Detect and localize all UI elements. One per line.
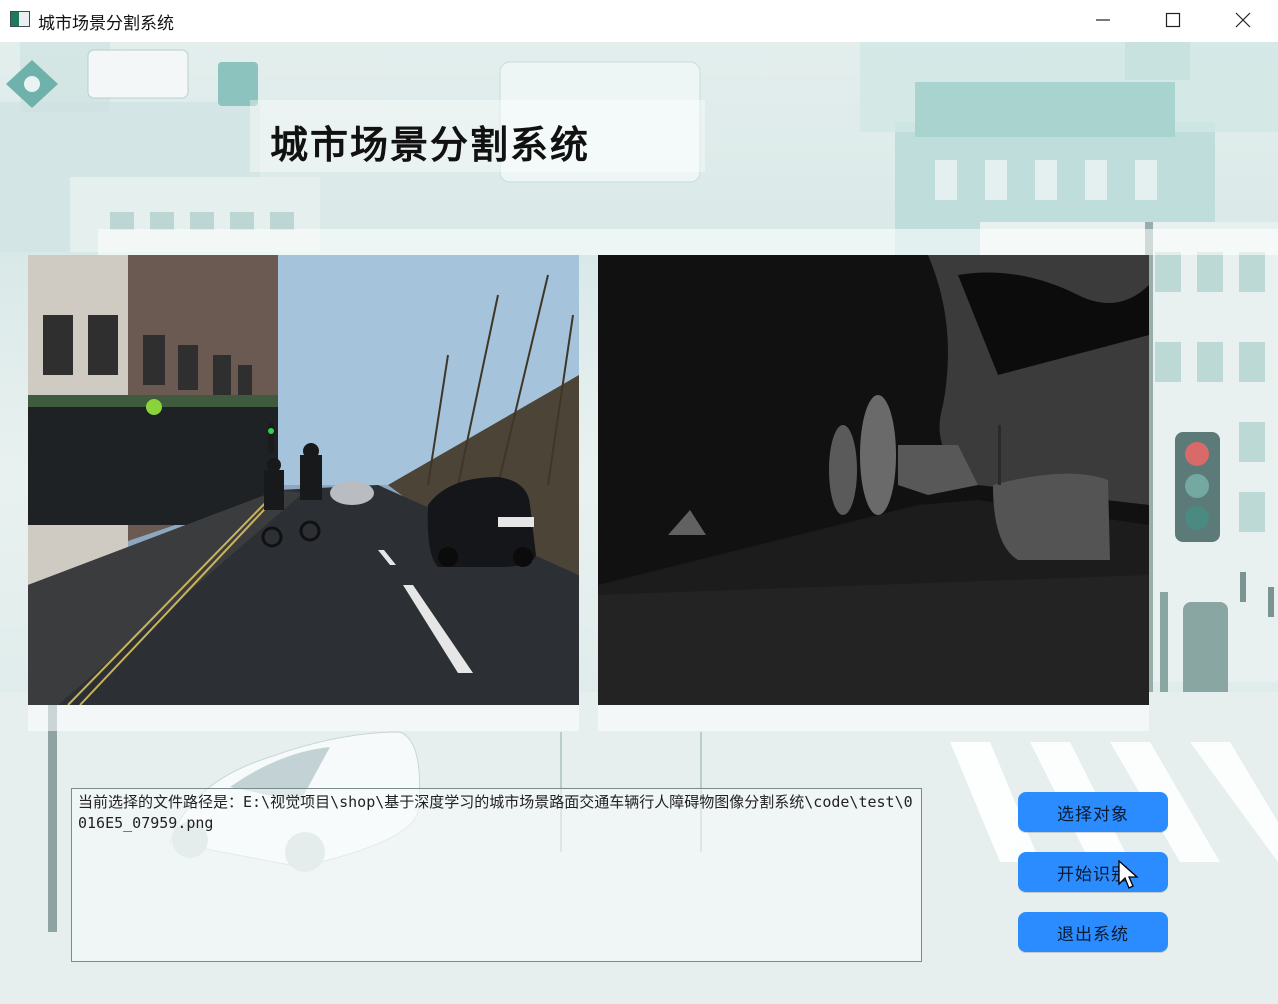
start-recognition-button[interactable]: 开始识别: [1018, 852, 1168, 892]
street-scene-image: [28, 255, 579, 705]
close-icon: [1235, 12, 1251, 28]
original-image-display: [28, 255, 579, 705]
segmentation-mask-image: [598, 255, 1149, 705]
panel-caption-right: [598, 705, 1149, 731]
main-window: 城市场景分割系统 当前选择的文件路径是：E:\视觉项目\shop\基于深度学习的…: [0, 42, 1278, 1004]
window-title: 城市场景分割系统: [38, 14, 174, 34]
maximize-icon: [1165, 12, 1181, 28]
minimize-icon: [1096, 19, 1110, 21]
page-title: 城市场景分割系统: [270, 123, 591, 167]
maximize-button[interactable]: [1138, 0, 1208, 40]
segmentation-result-display: [598, 255, 1149, 705]
app-icon: [10, 11, 30, 27]
close-button[interactable]: [1208, 0, 1278, 40]
panel-caption-left: [28, 705, 579, 731]
panel-frame-top: [98, 229, 1278, 255]
select-object-button[interactable]: 选择对象: [1018, 792, 1168, 832]
minimize-button[interactable]: [1068, 0, 1138, 40]
window-titlebar: 城市场景分割系统: [0, 0, 1278, 42]
file-path-log[interactable]: 当前选择的文件路径是：E:\视觉项目\shop\基于深度学习的城市场景路面交通车…: [71, 788, 922, 962]
exit-system-button[interactable]: 退出系统: [1018, 912, 1168, 952]
mouse-cursor-icon: [1118, 860, 1139, 889]
